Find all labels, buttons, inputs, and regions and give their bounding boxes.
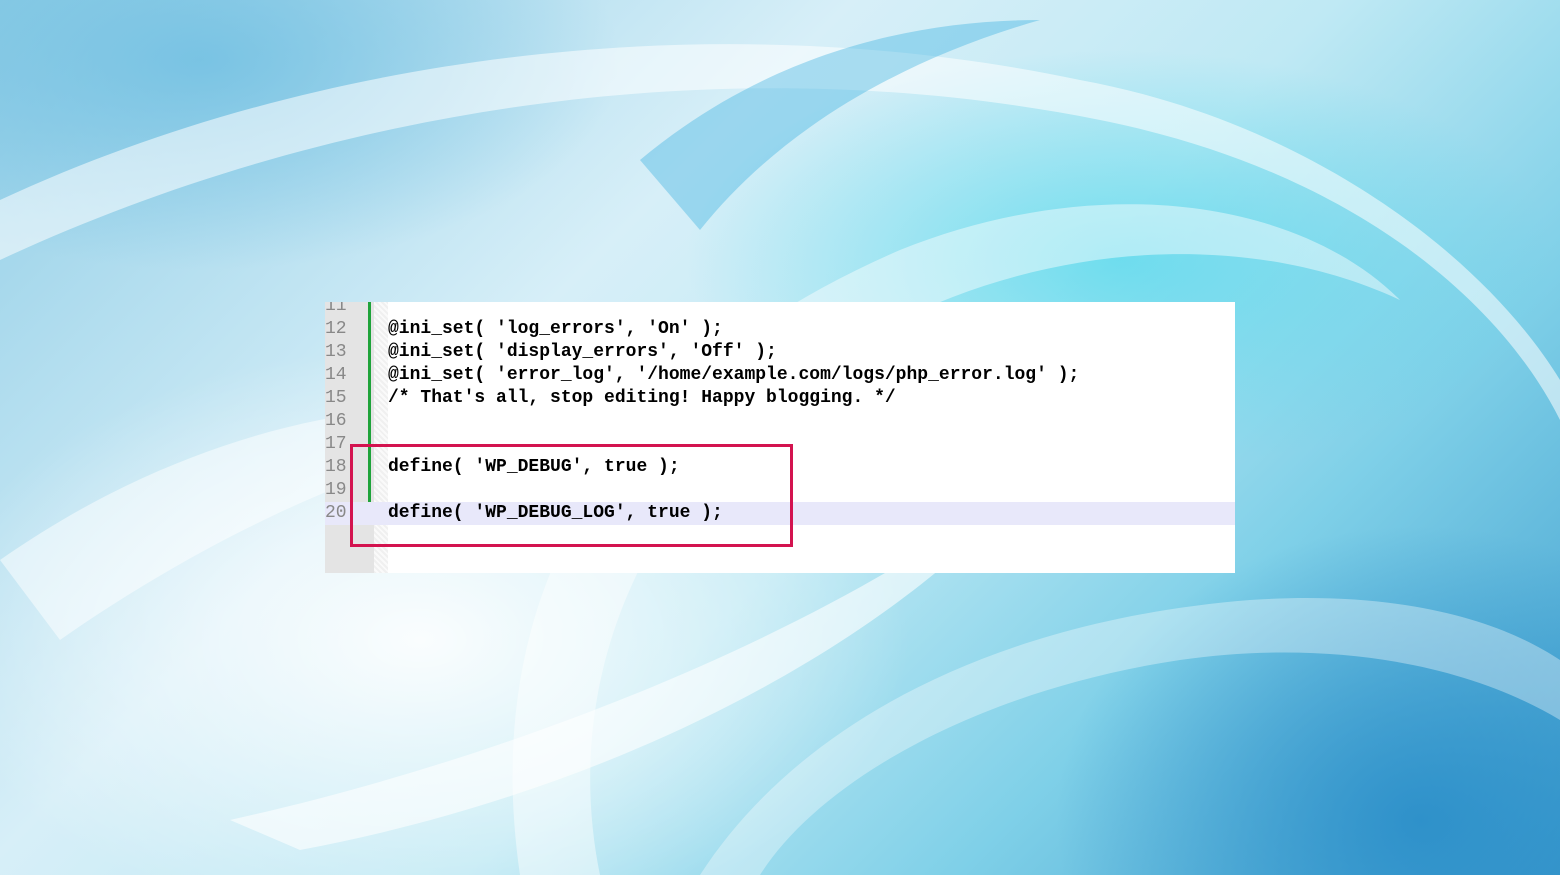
- line-number: 19: [325, 480, 347, 500]
- highlight-annotation-box: [350, 444, 793, 547]
- line-number: 20: [325, 503, 347, 523]
- line-number: 15: [325, 388, 347, 408]
- line-code: @ini_set( 'error_log', '/home/example.co…: [388, 365, 1080, 385]
- code-line-16[interactable]: 16: [325, 410, 1235, 433]
- line-number: 11: [325, 302, 347, 316]
- code-line-15[interactable]: 15 /* That's all, stop editing! Happy bl…: [325, 387, 1235, 410]
- line-code: @ini_set( 'display_errors', 'Off' );: [388, 342, 777, 362]
- code-line-13[interactable]: 13 @ini_set( 'display_errors', 'Off' );: [325, 341, 1235, 364]
- line-number: 14: [325, 365, 347, 385]
- line-number: 12: [325, 319, 347, 339]
- line-code: @ini_set( 'log_errors', 'On' );: [388, 319, 723, 339]
- line-number: 16: [325, 411, 347, 431]
- line-number: 18: [325, 457, 347, 477]
- code-line-11[interactable]: 11: [325, 302, 1235, 318]
- code-line-12[interactable]: 12 @ini_set( 'log_errors', 'On' );: [325, 318, 1235, 341]
- line-code: /* That's all, stop editing! Happy blogg…: [388, 388, 896, 408]
- line-number: 17: [325, 434, 347, 454]
- code-line-14[interactable]: 14 @ini_set( 'error_log', '/home/example…: [325, 364, 1235, 387]
- line-number: 13: [325, 342, 347, 362]
